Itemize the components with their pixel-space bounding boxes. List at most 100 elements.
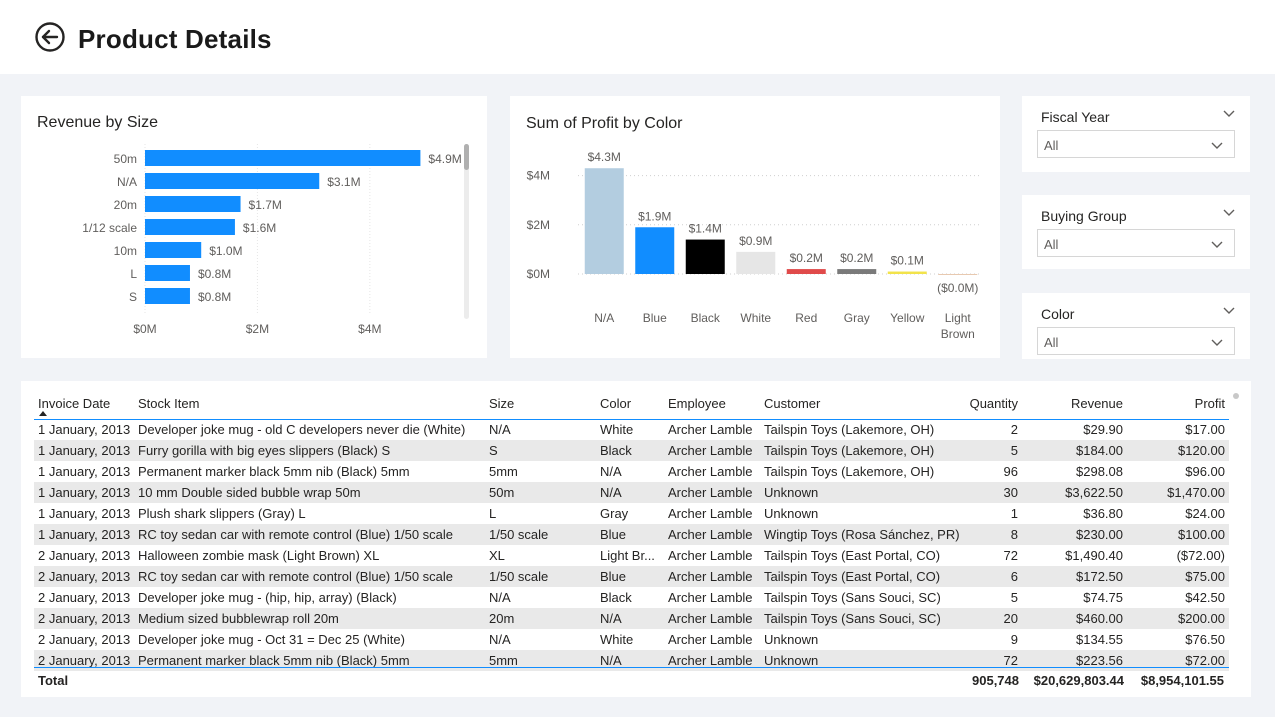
back-arrow-icon[interactable] (34, 21, 66, 53)
table-cell: 1/50 scale (485, 524, 596, 545)
table-cell: Halloween zombie mask (Light Brown) XL (138, 548, 380, 563)
table-cell: Archer Lamble (664, 482, 760, 503)
column-header-stock-item[interactable]: Stock Item (134, 389, 485, 420)
table-cell: Developer joke mug - (hip, hip, array) (… (138, 590, 397, 605)
table-cell: $134.55 (1076, 632, 1123, 647)
data-label: $1.9M (638, 209, 671, 223)
column-header-employee[interactable]: Employee (664, 389, 760, 420)
category-label: Black (691, 311, 721, 325)
table-row[interactable]: 2 January, 2013 Halloween zombie mask (Li… (34, 545, 1229, 566)
table-cell: $42.50 (1185, 590, 1225, 605)
slicer-fiscal-year-value: All (1044, 138, 1059, 153)
table-cell: 2 January, 2013 (38, 590, 131, 605)
profit-by-color-card[interactable]: Sum of Profit by Color $0M $2M $4M $4.3M N/A… (510, 96, 1000, 358)
table-cell: $75.00 (1127, 566, 1229, 587)
category-label: Brown (941, 327, 975, 341)
table-cell: 1 (1010, 506, 1018, 521)
column-header-quantity[interactable]: Quantity (965, 389, 1022, 420)
data-label: $1.0M (209, 244, 242, 258)
chevron-down-icon[interactable] (1222, 305, 1236, 315)
table-row[interactable]: 1 January, 2013 Plush shark slippers (Gra… (34, 503, 1229, 524)
table-row[interactable]: 2 January, 2013 Developer joke mug - (hip… (34, 587, 1229, 608)
table-row[interactable]: 2 January, 2013 RC toy sedan car with rem… (34, 566, 1229, 587)
category-label: S (129, 290, 137, 304)
revenue-bar (145, 265, 190, 281)
table-cell: Unknown (760, 482, 965, 503)
slicer-color[interactable]: Color All (1022, 293, 1250, 359)
x-tick-label: $0M (133, 322, 156, 336)
slicer-fiscal-year[interactable]: Fiscal Year All (1022, 96, 1250, 172)
profit-bar (938, 274, 978, 275)
table-cell: $76.50 (1185, 632, 1225, 647)
data-label: $1.7M (249, 198, 282, 212)
category-label: L (130, 267, 137, 281)
table-cell: 20m (485, 608, 596, 629)
data-label: $0.8M (198, 290, 231, 304)
column-header-color[interactable]: Color (596, 389, 664, 420)
column-header-invoice-date[interactable]: Invoice Date (34, 389, 134, 420)
table-row[interactable]: 1 January, 2013 10 mm Double sided bubble… (34, 482, 1229, 503)
report-canvas: Revenue by Size $0M $2M $4M 50m $4.9M N/A $3.1… (0, 74, 1275, 717)
profit-bar (736, 251, 776, 274)
table-cell: 1 January, 2013 (34, 440, 134, 461)
invoice-table-card[interactable]: Invoice Date Stock Item Size Color Emplo… (21, 381, 1251, 697)
data-label: $0.1M (891, 254, 924, 268)
data-label: $4.3M (588, 150, 621, 164)
table-cell: Archer Lamble (664, 566, 760, 587)
table-cell: Light Br... (600, 548, 655, 563)
table-row[interactable]: 1 January, 2013 Furry gorilla with big ey… (34, 440, 1229, 461)
column-header-customer[interactable]: Customer (760, 389, 965, 420)
table-cell: Developer joke mug - old C developers ne… (138, 422, 466, 438)
table-row[interactable]: 1 January, 2013 Developer joke mug - old … (34, 419, 1229, 440)
table-scrollbar[interactable] (1233, 393, 1239, 399)
table-row[interactable]: 2 January, 2013 Medium sized bubblewrap r… (34, 608, 1229, 629)
column-header-profit[interactable]: Profit (1127, 389, 1229, 420)
table-cell: 5 (965, 440, 1022, 461)
table-row[interactable]: 1 January, 2013 Permanent marker black 5m… (34, 461, 1229, 482)
revenue-chart-scrollbar[interactable] (464, 144, 469, 319)
profit-bar (887, 271, 927, 274)
slicer-color-value: All (1044, 335, 1059, 350)
table-cell: 1 January, 2013 (34, 524, 134, 545)
table-cell: 2 January, 2013 (34, 566, 134, 587)
table-cell: 8 (965, 524, 1022, 545)
table-cell: 1 January, 2013 (38, 506, 131, 521)
slicer-buying-group-dropdown[interactable]: All (1037, 229, 1235, 257)
table-cell: 50m (485, 482, 596, 503)
table-row[interactable]: 2 January, 2013 Developer joke mug - Oct … (34, 629, 1229, 650)
table-cell: N/A (489, 590, 511, 605)
table-cell: $230.00 (1022, 524, 1127, 545)
table-cell: $172.50 (1022, 566, 1127, 587)
data-label: $4.9M (428, 152, 461, 166)
data-label: $0.8M (198, 267, 231, 281)
column-header-revenue[interactable]: Revenue (1022, 389, 1127, 420)
table-cell: 5 (1010, 590, 1018, 605)
table-cell: $74.75 (1083, 590, 1123, 605)
y-tick-label: $0M (527, 267, 550, 281)
table-cell: Black (596, 440, 664, 461)
table-cell: $184.00 (1022, 440, 1127, 461)
table-cell: 2 January, 2013 (38, 548, 131, 563)
slicer-buying-group[interactable]: Buying Group All (1022, 195, 1250, 269)
slicer-fiscal-year-dropdown[interactable]: All (1037, 130, 1235, 158)
revenue-chart-scrollbar-thumb[interactable] (464, 144, 469, 170)
table-cell: RC toy sedan car with remote control (Bl… (134, 566, 485, 587)
table-cell: L (489, 506, 497, 521)
slicer-color-dropdown[interactable]: All (1037, 327, 1235, 355)
category-label: White (740, 311, 771, 325)
table-cell: Unknown (764, 632, 819, 647)
column-header-size[interactable]: Size (485, 389, 596, 420)
revenue-bar (145, 196, 241, 212)
chevron-down-icon[interactable] (1222, 108, 1236, 118)
table-cell: Tailspin Toys (Lakemore, OH) (764, 464, 935, 479)
table-cell: $100.00 (1127, 524, 1229, 545)
chevron-down-icon[interactable] (1222, 207, 1236, 217)
table-cell: N/A (489, 632, 511, 647)
table-cell: 2 January, 2013 (34, 608, 134, 629)
data-label: $3.1M (327, 175, 360, 189)
table-cell: $200.00 (1127, 608, 1229, 629)
table-row[interactable]: 1 January, 2013 RC toy sedan car with rem… (34, 524, 1229, 545)
revenue-by-size-card[interactable]: Revenue by Size $0M $2M $4M 50m $4.9M N/A $3.1… (21, 96, 487, 358)
table-cell: 30 (965, 482, 1022, 503)
data-label: $0.2M (790, 251, 823, 265)
